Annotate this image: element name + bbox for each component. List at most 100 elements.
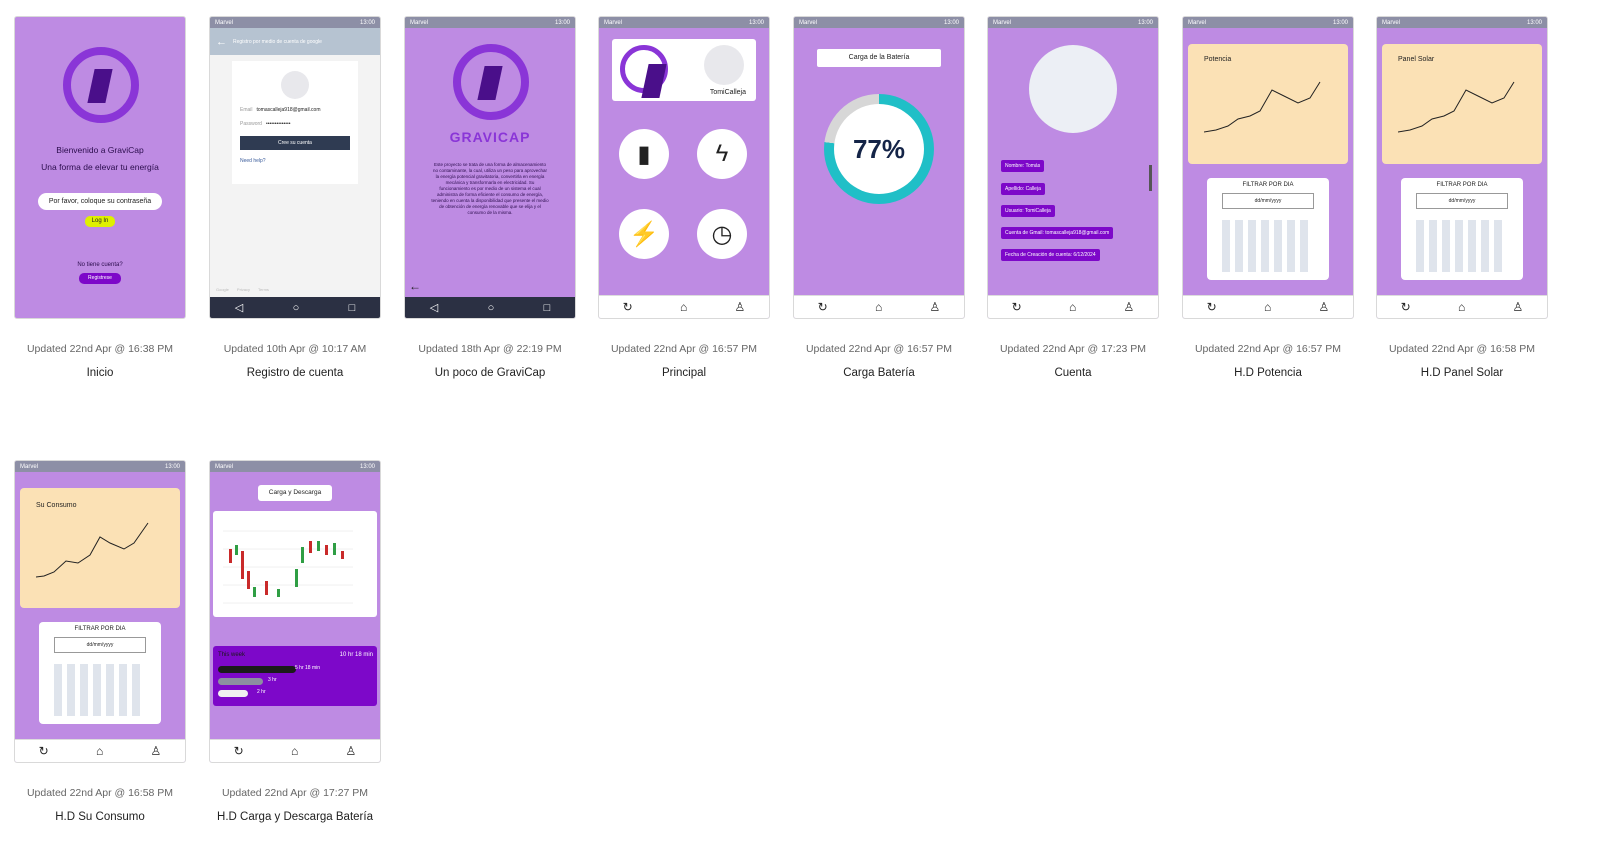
password-field[interactable]: •••••••••••••• (266, 121, 291, 127)
profile-icon[interactable]: ♙ (346, 744, 357, 758)
email-field[interactable]: tomascalleja918@gmail.com (257, 107, 321, 113)
calendar-grid[interactable] (1416, 220, 1506, 272)
profile-email: Cuenta de Gmail: tomascalleja918@gmail.c… (1001, 227, 1114, 239)
calendar-grid[interactable] (54, 664, 144, 716)
profile-icon[interactable]: ♙ (735, 300, 746, 314)
power-icon[interactable]: ⚡ (619, 209, 669, 259)
bottom-nav: ↻ ⌂ ♙ (794, 295, 964, 318)
screen-card-carga-descarga[interactable]: Marvel 13:00 Carga y Descarga This week … (209, 460, 381, 823)
phone-preview-cuenta[interactable]: Marvel 13:00 Nombre: Tomás Apellido: Call… (987, 16, 1159, 319)
history-icon[interactable]: ↻ (234, 744, 244, 758)
bottom-nav: ↻ ⌂ ♙ (1183, 295, 1353, 318)
phone-preview-bateria[interactable]: Marvel 13:00 Carga de la Batería 77% ↻ ⌂ … (793, 16, 965, 319)
calendar-grid[interactable] (1222, 220, 1312, 272)
back-arrow-icon[interactable]: ← (409, 279, 421, 293)
bottom-nav: ↻ ⌂ ♙ (599, 295, 769, 318)
phone-preview-principal[interactable]: Marvel 13:00 TomiCalleja ▮ ϟ ⚡ ◷ ↻ ⌂ ♙ (598, 16, 770, 319)
status-time: 13:00 (1526, 19, 1542, 26)
recent-square-icon[interactable]: □ (349, 302, 356, 314)
profile-avatar-icon (1029, 45, 1117, 133)
status-time: 13:00 (359, 463, 375, 470)
screen-card-consumo[interactable]: Marvel 13:00 Su Consumo FILTRAR POR DIA d… (14, 460, 186, 823)
password-input[interactable]: Por favor, coloque su contraseña (38, 193, 162, 210)
home-icon[interactable]: ⌂ (875, 300, 882, 314)
screen-title[interactable]: Principal (598, 367, 770, 379)
home-icon[interactable]: ⌂ (1069, 300, 1076, 314)
screen-title[interactable]: H.D Panel Solar (1376, 367, 1548, 379)
battery-header: Carga de la Batería (817, 49, 941, 67)
profile-created: Fecha de Creación de cuenta: 6/12/2024 (1001, 249, 1100, 261)
home-icon[interactable]: ⌂ (96, 744, 103, 758)
home-circle-icon[interactable]: ○ (488, 302, 495, 314)
recent-square-icon[interactable]: □ (544, 302, 551, 314)
phone-preview-consumo[interactable]: Marvel 13:00 Su Consumo FILTRAR POR DIA d… (14, 460, 186, 763)
help-link[interactable]: Need help? (232, 150, 358, 164)
footer-link[interactable]: Privacy (237, 287, 250, 292)
line-chart (1398, 81, 1515, 133)
screen-title[interactable]: Cuenta (987, 367, 1159, 379)
screen-card-bateria[interactable]: Marvel 13:00 Carga de la Batería 77% ↻ ⌂ … (793, 16, 965, 379)
screen-card-panel[interactable]: Marvel 13:00 Panel Solar FILTRAR POR DIA … (1376, 16, 1548, 379)
screen-card-cuenta[interactable]: Marvel 13:00 Nombre: Tomás Apellido: Call… (987, 16, 1159, 379)
profile-icon[interactable]: ♙ (151, 744, 162, 758)
phone-preview-inicio[interactable]: Bienvenido a GraviCap Una forma de eleva… (14, 16, 186, 319)
home-circle-icon[interactable]: ○ (293, 302, 300, 314)
screen-title[interactable]: H.D Potencia (1182, 367, 1354, 379)
history-icon[interactable]: ↻ (39, 744, 49, 758)
battery-icon[interactable]: ▮ (619, 129, 669, 179)
back-arrow-icon[interactable]: ← (216, 36, 227, 48)
screen-title[interactable]: H.D Su Consumo (14, 811, 186, 823)
home-icon[interactable]: ⌂ (680, 300, 687, 314)
profile-name: Nombre: Tomás (1001, 160, 1045, 172)
lightning-icon[interactable]: ϟ (697, 129, 747, 179)
date-input[interactable]: dd/mm/yyyy (54, 637, 146, 653)
home-icon[interactable]: ⌂ (291, 744, 298, 758)
usage-bar-label: 3 hr (268, 677, 277, 683)
profile-icon[interactable]: ♙ (1124, 300, 1135, 314)
history-icon[interactable]: ↻ (1401, 300, 1411, 314)
login-button[interactable]: Log In (85, 216, 115, 227)
screen-title[interactable]: H.D Carga y Descarga Batería (209, 811, 381, 823)
history-icon[interactable]: ↻ (623, 300, 633, 314)
status-time: 13:00 (359, 19, 375, 26)
profile-icon[interactable]: ♙ (1513, 300, 1524, 314)
date-input[interactable]: dd/mm/yyyy (1222, 193, 1314, 209)
phone-preview-gravicap[interactable]: Marvel 13:00 GRAVICAP Este proyecto se tr… (404, 16, 576, 319)
screen-title[interactable]: Registro de cuenta (209, 367, 381, 379)
updated-timestamp: Updated 18th Apr @ 22:19 PM (418, 343, 562, 355)
history-icon[interactable]: ↻ (818, 300, 828, 314)
create-account-button[interactable]: Cree su cuenta (240, 136, 350, 150)
footer-link[interactable]: Google (216, 287, 229, 292)
screen-card-gravicap[interactable]: Marvel 13:00 GRAVICAP Este proyecto se tr… (404, 16, 576, 379)
phone-preview-registro[interactable]: Marvel 13:00 ← Registro por medio de cuen… (209, 16, 381, 319)
screen-card-potencia[interactable]: Marvel 13:00 Potencia FILTRAR POR DIA dd/… (1182, 16, 1354, 379)
footer-link[interactable]: Terms (258, 287, 269, 292)
carrier-label: Marvel (1188, 19, 1207, 26)
screen-card-inicio[interactable]: Bienvenido a GraviCap Una forma de eleva… (14, 16, 186, 379)
phone-preview-carga-descarga[interactable]: Marvel 13:00 Carga y Descarga This week … (209, 460, 381, 763)
profile-icon[interactable]: ♙ (1319, 300, 1330, 314)
history-icon[interactable]: ↻ (1207, 300, 1217, 314)
date-input[interactable]: dd/mm/yyyy (1416, 193, 1508, 209)
status-time: 13:00 (943, 19, 959, 26)
phone-preview-potencia[interactable]: Marvel 13:00 Potencia FILTRAR POR DIA dd/… (1182, 16, 1354, 319)
no-account-text: No tiene cuenta? (77, 262, 123, 268)
carrier-label: Marvel (993, 19, 1012, 26)
home-icon[interactable]: ⌂ (1458, 300, 1465, 314)
clock-icon[interactable]: ◷ (697, 209, 747, 259)
home-icon[interactable]: ⌂ (1264, 300, 1271, 314)
history-icon[interactable]: ↻ (1012, 300, 1022, 314)
phone-preview-panel[interactable]: Marvel 13:00 Panel Solar FILTRAR POR DIA … (1376, 16, 1548, 319)
filter-title: FILTRAR POR DIA (1436, 182, 1488, 188)
screen-title[interactable]: Un poco de GraviCap (404, 367, 576, 379)
register-button[interactable]: Registrese (79, 273, 121, 284)
screen-title[interactable]: Inicio (14, 367, 186, 379)
back-triangle-icon[interactable]: ◁ (430, 301, 438, 314)
back-triangle-icon[interactable]: ◁ (235, 301, 243, 314)
avatar-icon (281, 71, 309, 99)
screen-title[interactable]: Carga Batería (793, 367, 965, 379)
screen-card-registro[interactable]: Marvel 13:00 ← Registro por medio de cuen… (209, 16, 381, 379)
screen-card-principal[interactable]: Marvel 13:00 TomiCalleja ▮ ϟ ⚡ ◷ ↻ ⌂ ♙ Up… (598, 16, 770, 379)
profile-icon[interactable]: ♙ (930, 300, 941, 314)
scrollbar[interactable] (1149, 165, 1152, 191)
